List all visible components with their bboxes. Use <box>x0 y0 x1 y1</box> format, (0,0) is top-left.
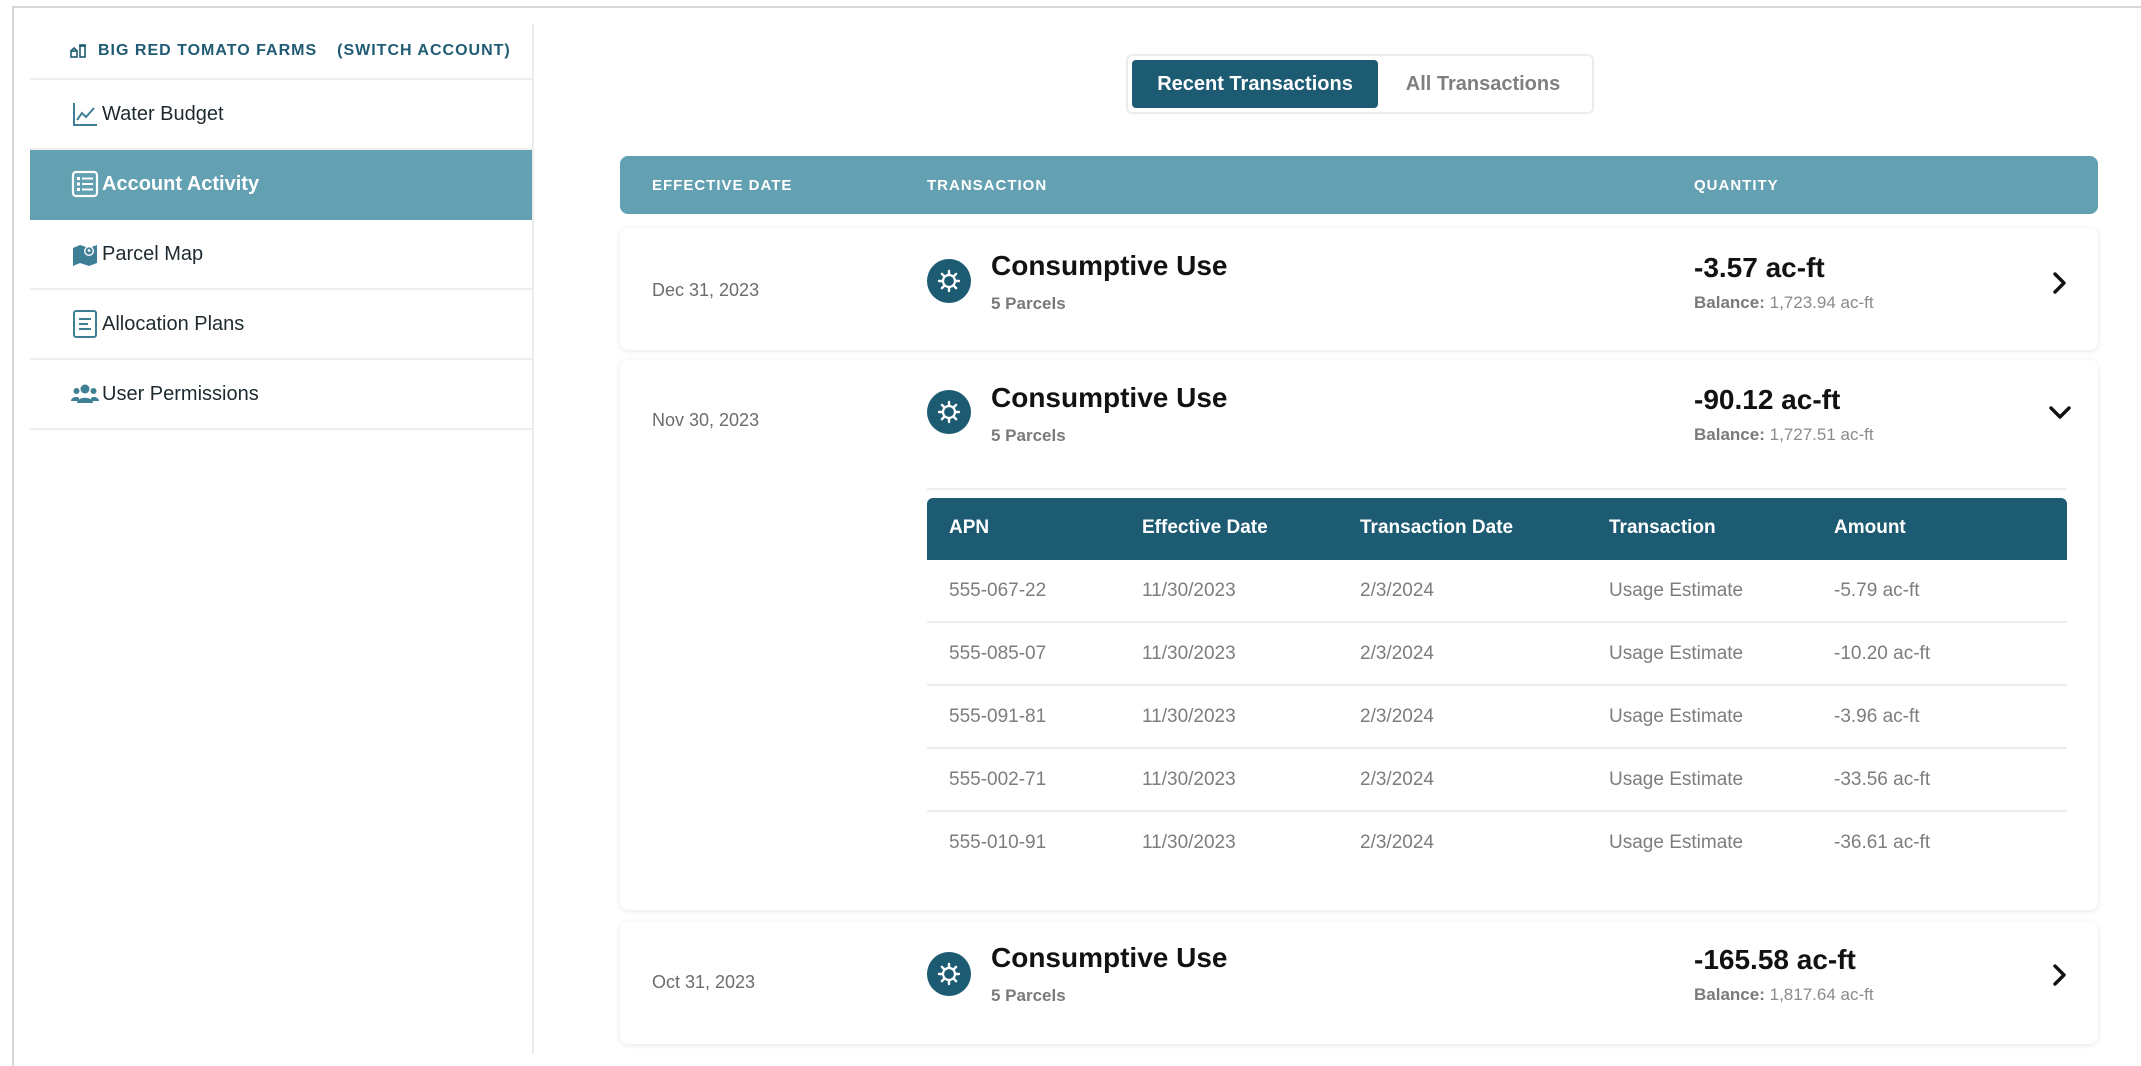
sidebar-item-water-budget[interactable]: Water Budget <box>30 80 532 150</box>
sidebar-item-label: User Permissions <box>102 382 259 405</box>
gear-icon <box>927 952 971 996</box>
detail-header-effective-date: Effective Date <box>1142 517 1268 538</box>
chevron-right-icon[interactable] <box>2046 961 2074 989</box>
transaction-card-expanded[interactable]: Nov 30, 2023 Consumptive Use 5 Parcels -… <box>620 360 2098 910</box>
table-row: 555-002-71 11/30/2023 2/3/2024 Usage Est… <box>927 749 2067 812</box>
account-name: BIG RED TOMATO FARMS <box>98 42 318 59</box>
users-icon <box>71 384 99 403</box>
detail-header-transaction: Transaction <box>1609 517 1716 538</box>
table-row: 555-085-07 11/30/2023 2/3/2024 Usage Est… <box>927 623 2067 686</box>
sidebar-item-user-permissions[interactable]: User Permissions <box>30 360 532 430</box>
chevron-right-icon[interactable] <box>2046 269 2074 297</box>
cell-transaction-date: 2/3/2024 <box>1360 580 1434 601</box>
cell-effective-date: 11/30/2023 <box>1142 706 1236 727</box>
sidebar-item-label: Account Activity <box>102 172 260 195</box>
tab-recent-transactions[interactable]: Recent Transactions <box>1132 60 1378 108</box>
sidebar: BIG RED TOMATO FARMS (SWITCH ACCOUNT) Wa… <box>30 24 534 1054</box>
cell-transaction: Usage Estimate <box>1609 706 1744 727</box>
transaction-date: Nov 30, 2023 <box>652 410 760 430</box>
cell-amount: -10.20 ac-ft <box>1834 643 1931 664</box>
column-header-quantity: QUANTITY <box>1694 177 1779 194</box>
table-row: 555-067-22 11/30/2023 2/3/2024 Usage Est… <box>927 560 2067 623</box>
table-row: 555-010-91 11/30/2023 2/3/2024 Usage Est… <box>927 812 2067 875</box>
cell-transaction-date: 2/3/2024 <box>1360 706 1434 727</box>
cell-amount: -3.96 ac-ft <box>1834 706 1920 727</box>
sidebar-item-label: Water Budget <box>102 102 224 125</box>
balance-value: 1,723.94 ac-ft <box>1769 293 1874 312</box>
transaction-date: Oct 31, 2023 <box>652 972 756 992</box>
balance-label: Balance: <box>1694 425 1765 444</box>
cell-transaction: Usage Estimate <box>1609 580 1744 601</box>
cell-effective-date: 11/30/2023 <box>1142 643 1236 664</box>
cell-effective-date: 11/30/2023 <box>1142 580 1236 601</box>
transactions-table-header: EFFECTIVE DATE TRANSACTION QUANTITY <box>620 156 2098 214</box>
chevron-down-icon[interactable] <box>2046 399 2074 427</box>
sidebar-item-label: Parcel Map <box>102 242 204 265</box>
document-icon <box>73 310 97 338</box>
balance-value: 1,817.64 ac-ft <box>1769 985 1874 1004</box>
map-icon <box>73 245 97 266</box>
transaction-parcels: 5 Parcels <box>991 426 1066 445</box>
transaction-title: Consumptive Use <box>991 942 1228 973</box>
cell-apn: 555-091-81 <box>949 706 1047 727</box>
cell-effective-date: 11/30/2023 <box>1142 832 1236 853</box>
transaction-title: Consumptive Use <box>991 382 1228 413</box>
transaction-quantity: -165.58 ac-ft <box>1694 944 1856 975</box>
account-header: BIG RED TOMATO FARMS (SWITCH ACCOUNT) <box>30 24 532 80</box>
detail-header-transaction-date: Transaction Date <box>1360 517 1514 538</box>
switch-account-link[interactable]: (SWITCH ACCOUNT) <box>337 42 511 60</box>
cell-transaction-date: 2/3/2024 <box>1360 643 1434 664</box>
sidebar-item-label: Allocation Plans <box>102 312 245 335</box>
transaction-balance: Balance: 1,723.94 ac-ft <box>1694 293 1874 313</box>
cell-amount: -36.61 ac-ft <box>1834 832 1931 853</box>
column-header-effective-date: EFFECTIVE DATE <box>652 177 793 194</box>
tab-all-transactions[interactable]: All Transactions <box>1378 60 1588 108</box>
transaction-parcels: 5 Parcels <box>991 986 1066 1005</box>
cell-amount: -5.79 ac-ft <box>1834 580 1920 601</box>
farm-icon <box>70 44 86 58</box>
sidebar-item-parcel-map[interactable]: Parcel Map <box>30 220 532 290</box>
balance-value: 1,727.51 ac-ft <box>1769 425 1874 444</box>
gear-icon <box>927 390 971 434</box>
sidebar-item-allocation-plans[interactable]: Allocation Plans <box>30 290 532 360</box>
cell-apn: 555-085-07 <box>949 643 1047 664</box>
list-icon <box>71 170 99 198</box>
transaction-title: Consumptive Use <box>991 250 1228 281</box>
transaction-parcels: 5 Parcels <box>991 294 1066 313</box>
transaction-balance: Balance: 1,727.51 ac-ft <box>1694 425 1874 445</box>
gear-icon <box>927 259 971 303</box>
cell-amount: -33.56 ac-ft <box>1834 769 1931 790</box>
detail-divider <box>927 488 2067 490</box>
transaction-quantity: -3.57 ac-ft <box>1694 252 1825 283</box>
cell-effective-date: 11/30/2023 <box>1142 769 1236 790</box>
cell-apn: 555-067-22 <box>949 580 1047 601</box>
detail-header-apn: APN <box>949 517 990 538</box>
detail-header-amount: Amount <box>1834 517 1906 538</box>
transaction-card[interactable]: Dec 31, 2023 Consumptive Use 5 Parcels -… <box>620 228 2098 350</box>
cell-apn: 555-002-71 <box>949 769 1047 790</box>
table-row: 555-091-81 11/30/2023 2/3/2024 Usage Est… <box>927 686 2067 749</box>
transaction-date: Dec 31, 2023 <box>652 280 760 300</box>
cell-transaction-date: 2/3/2024 <box>1360 832 1434 853</box>
parcel-detail-table: APN Effective Date Transaction Date Tran… <box>927 498 2067 875</box>
sidebar-item-account-activity[interactable]: Account Activity <box>30 150 532 220</box>
column-header-transaction: TRANSACTION <box>927 177 1048 194</box>
cell-apn: 555-010-91 <box>949 832 1047 853</box>
transaction-card[interactable]: Oct 31, 2023 Consumptive Use 5 Parcels -… <box>620 922 2098 1044</box>
balance-label: Balance: <box>1694 293 1765 312</box>
transaction-quantity: -90.12 ac-ft <box>1694 384 1841 415</box>
detail-table-header: APN Effective Date Transaction Date Tran… <box>927 498 2067 560</box>
line-chart-icon <box>73 103 97 126</box>
cell-transaction: Usage Estimate <box>1609 769 1744 790</box>
transaction-tabs: Recent Transactions All Transactions <box>1126 54 1594 114</box>
cell-transaction: Usage Estimate <box>1609 832 1744 853</box>
cell-transaction: Usage Estimate <box>1609 643 1744 664</box>
cell-transaction-date: 2/3/2024 <box>1360 769 1434 790</box>
balance-label: Balance: <box>1694 985 1765 1004</box>
transaction-balance: Balance: 1,817.64 ac-ft <box>1694 985 1874 1005</box>
